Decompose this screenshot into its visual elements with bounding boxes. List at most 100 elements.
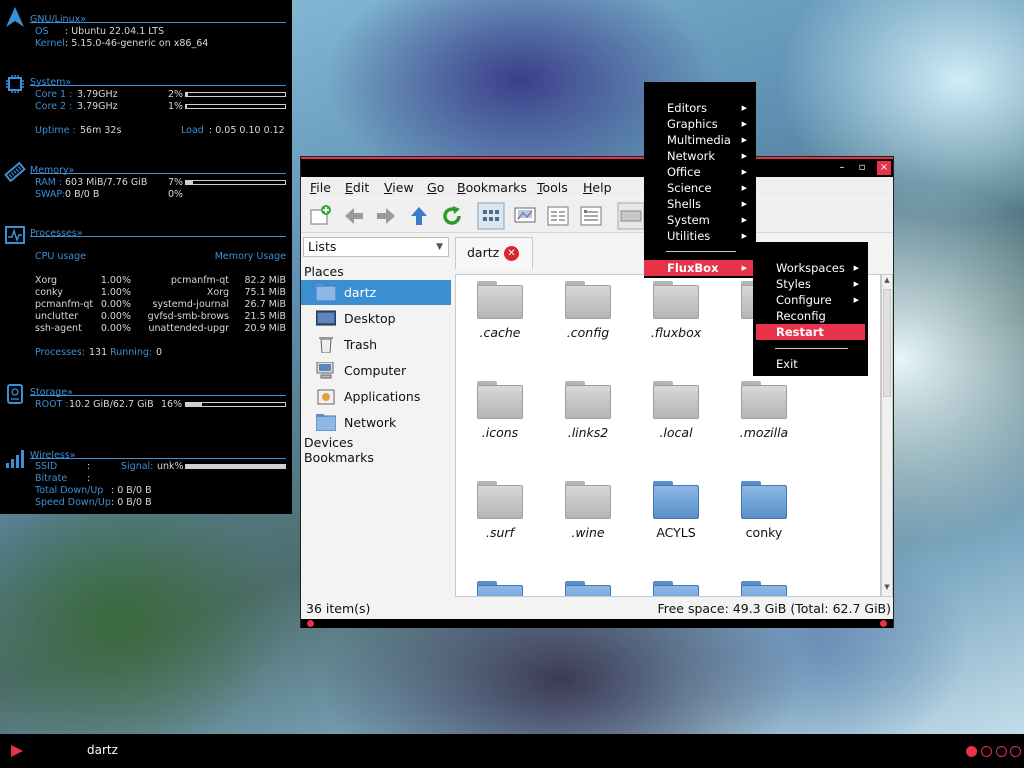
place-applications[interactable]: Applications <box>301 384 451 409</box>
menu-item-exit[interactable]: Exit <box>753 356 868 372</box>
tab-close-icon[interactable]: ✕ <box>504 246 519 261</box>
workspace-1[interactable] <box>966 746 977 757</box>
file-item[interactable]: .surf <box>456 475 544 565</box>
scroll-up-icon[interactable]: ▲ <box>882 276 892 288</box>
process-cpu: 1.00% <box>100 275 131 286</box>
menu-item-configure[interactable]: Configure ▶ <box>753 292 868 308</box>
file-item[interactable] <box>544 575 632 596</box>
maximize-button[interactable]: ▫ <box>855 161 869 175</box>
workspace-2[interactable] <box>981 746 992 757</box>
menu-view[interactable]: View <box>384 180 414 195</box>
menu-item-reconfig[interactable]: Reconfig <box>753 308 868 324</box>
compact-view-icon[interactable] <box>546 204 570 228</box>
file-item[interactable]: .cache <box>456 275 544 365</box>
place-network[interactable]: Network <box>301 410 451 435</box>
scrollbar-thumb[interactable] <box>883 289 891 397</box>
menu-item-network[interactable]: Network ▶ <box>644 148 756 164</box>
workspace-3[interactable] <box>996 746 1007 757</box>
drive-icon[interactable] <box>617 202 645 230</box>
menu-item-multimedia[interactable]: Multimedia ▶ <box>644 132 756 148</box>
file-item[interactable] <box>632 575 720 596</box>
bookmarks-header[interactable]: Bookmarks <box>304 450 374 465</box>
menu-item-editors[interactable]: Editors ▶ <box>644 100 756 116</box>
menu-item-restart[interactable]: Restart <box>756 324 865 340</box>
memory-title: Memory» <box>30 165 75 176</box>
place-desktop[interactable]: Desktop <box>301 306 451 331</box>
menu-file[interactable]: File <box>310 180 331 195</box>
hard-drive-icon <box>7 384 23 404</box>
menu-item-workspaces[interactable]: Workspaces ▶ <box>753 260 868 276</box>
menu-bookmarks[interactable]: Bookmarks <box>457 180 527 195</box>
minimize-button[interactable]: – <box>835 161 849 175</box>
places-header[interactable]: Places <box>304 264 344 279</box>
menu-item-system[interactable]: System ▶ <box>644 212 756 228</box>
menu-go[interactable]: Go <box>427 180 444 195</box>
menu-item-graphics[interactable]: Graphics ▶ <box>644 116 756 132</box>
file-item[interactable]: .links2 <box>544 375 632 465</box>
file-item[interactable]: .config <box>544 275 632 365</box>
file-item[interactable]: .fluxbox <box>632 275 720 365</box>
folder-icon <box>565 481 611 519</box>
vertical-scrollbar[interactable]: ▲ ▼ <box>881 274 893 597</box>
close-button[interactable]: × <box>877 161 891 175</box>
file-item[interactable]: .mozilla <box>720 375 808 465</box>
taskbar-task-dartz[interactable]: dartz <box>87 743 118 757</box>
desktop-icon <box>316 310 336 326</box>
scroll-down-icon[interactable]: ▼ <box>882 583 892 595</box>
up-arrow-icon[interactable] <box>407 204 431 228</box>
menu-tools[interactable]: Tools <box>537 180 568 195</box>
file-item[interactable] <box>720 575 808 596</box>
uptime-value: 56m 32s <box>80 125 122 136</box>
menu-help[interactable]: Help <box>583 180 612 195</box>
root-menu-button[interactable] <box>11 745 23 757</box>
forward-arrow-icon[interactable] <box>374 204 398 228</box>
resize-grip-right[interactable] <box>880 620 887 627</box>
file-name: .wine <box>571 525 605 540</box>
side-pane-mode-label: Lists <box>308 239 337 254</box>
menu-item-fluxbox[interactable]: FluxBox ▶ <box>644 260 756 276</box>
submenu-arrow-icon: ▶ <box>741 184 747 192</box>
devices-header[interactable]: Devices <box>304 435 353 450</box>
speed-value: : 0 B/0 B <box>111 497 152 508</box>
menu-item-shells[interactable]: Shells ▶ <box>644 196 756 212</box>
menu-separator <box>666 251 736 252</box>
tab-dartz[interactable]: dartz ✕ <box>455 237 533 269</box>
process-name: pcmanfm-qt <box>35 299 94 310</box>
folder-icon <box>477 481 523 519</box>
file-item[interactable]: .icons <box>456 375 544 465</box>
network-folder-icon <box>316 414 336 431</box>
file-item[interactable]: ACYLS <box>632 475 720 565</box>
file-item[interactable] <box>456 575 544 596</box>
root-bar <box>185 402 286 407</box>
window-titlebar[interactable]: – ▫ × <box>301 157 893 177</box>
menu-item-styles[interactable]: Styles ▶ <box>753 276 868 292</box>
menu-edit[interactable]: Edit <box>345 180 369 195</box>
kernel-label: Kernel <box>35 38 65 49</box>
icon-view-icon[interactable] <box>477 202 505 230</box>
place-computer[interactable]: Computer <box>301 358 451 383</box>
reload-icon[interactable] <box>440 204 464 228</box>
resize-grip-left[interactable] <box>307 620 314 627</box>
submenu-arrow-icon: ▶ <box>853 280 859 288</box>
place-dartz[interactable]: dartz <box>301 280 451 305</box>
back-arrow-icon[interactable] <box>342 204 366 228</box>
detailed-view-icon[interactable] <box>579 204 603 228</box>
workspace-4[interactable] <box>1010 746 1021 757</box>
menu-item-office[interactable]: Office ▶ <box>644 164 756 180</box>
file-item[interactable]: conky <box>720 475 808 565</box>
computer-icon <box>316 362 334 379</box>
system-title: System» <box>30 77 72 88</box>
place-trash[interactable]: Trash <box>301 332 451 357</box>
side-pane-mode-select[interactable]: Lists ▼ <box>303 237 449 257</box>
file-name: .surf <box>486 525 514 540</box>
signal-label: Signal: <box>121 461 154 472</box>
file-name: .links2 <box>567 425 609 440</box>
thumbnail-view-icon[interactable] <box>513 204 537 228</box>
new-tab-icon[interactable] <box>309 204 333 228</box>
file-item[interactable]: .wine <box>544 475 632 565</box>
file-item[interactable]: .local <box>632 375 720 465</box>
menu-item-science[interactable]: Science ▶ <box>644 180 756 196</box>
menu-item-utilities[interactable]: Utilities ▶ <box>644 228 756 244</box>
file-name: .icons <box>481 425 519 440</box>
menu-separator <box>775 348 848 349</box>
